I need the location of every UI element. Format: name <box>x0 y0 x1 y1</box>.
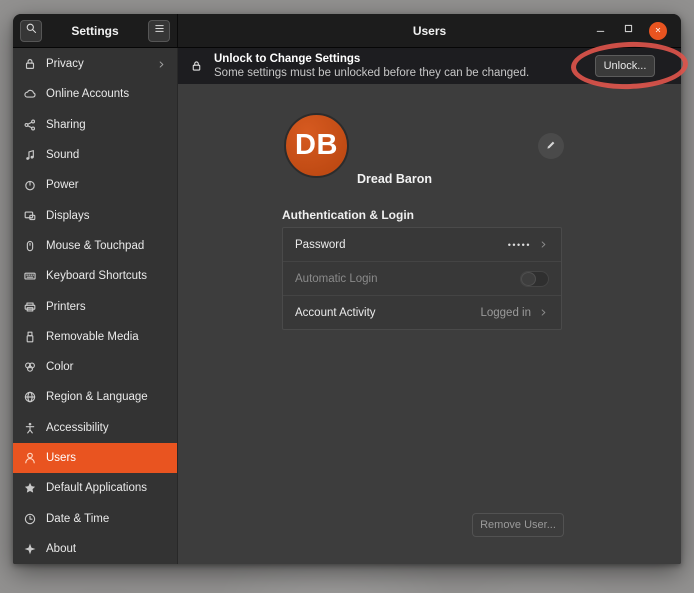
sidebar-headerbar: Settings <box>13 14 178 47</box>
chevron-right-icon <box>156 59 167 70</box>
sidebar-item-printers[interactable]: Printers <box>13 291 177 321</box>
unlock-button[interactable]: Unlock... <box>595 55 655 77</box>
unlock-banner-subtitle: Some settings must be unlocked before th… <box>214 66 529 80</box>
printer-icon <box>23 300 37 314</box>
sidebar-item-displays[interactable]: Displays <box>13 200 177 230</box>
sidebar-item-default-applications[interactable]: Default Applications <box>13 473 177 503</box>
sidebar-item-label: Sound <box>46 149 79 161</box>
account-activity-label: Account Activity <box>295 307 376 319</box>
sidebar-item-accessibility[interactable]: Accessibility <box>13 413 177 443</box>
titlebar: Settings Users <box>13 14 681 48</box>
menu-icon <box>153 22 166 40</box>
mouse-icon <box>23 239 37 253</box>
sidebar-item-users[interactable]: Users <box>13 443 177 473</box>
users-panel: Unlock to Change Settings Some settings … <box>178 48 681 564</box>
globe-icon <box>23 390 37 404</box>
sidebar-item-label: Accessibility <box>46 422 109 434</box>
automatic-login-label: Automatic Login <box>295 273 377 285</box>
sidebar-item-label: Color <box>46 361 73 373</box>
chevron-right-icon <box>538 239 549 250</box>
maximize-button[interactable] <box>619 22 637 40</box>
sidebar-item-label: Sharing <box>46 119 86 131</box>
window-body: Privacy Online Accounts Sharing Sound Power D… <box>13 48 681 564</box>
sidebar-item-label: Users <box>46 452 76 464</box>
cloud-icon <box>23 87 37 101</box>
avatar[interactable]: DB <box>284 113 349 178</box>
minimize-button[interactable] <box>591 22 609 40</box>
user-full-name: Dread Baron <box>357 172 432 186</box>
minimize-icon <box>594 22 607 40</box>
automatic-login-row: Automatic Login <box>283 261 561 295</box>
menu-button[interactable] <box>148 20 170 42</box>
pencil-icon <box>545 139 557 154</box>
share-icon <box>23 118 37 132</box>
person-icon <box>23 451 37 465</box>
sidebar-item-mouse-touchpad[interactable]: Mouse & Touchpad <box>13 231 177 261</box>
sidebar-item-online-accounts[interactable]: Online Accounts <box>13 79 177 109</box>
sidebar-item-keyboard-shortcuts[interactable]: Keyboard Shortcuts <box>13 261 177 291</box>
maximize-icon <box>622 22 635 40</box>
password-dots: ••••• <box>508 240 531 250</box>
displays-icon <box>23 209 37 223</box>
sidebar-item-label: Region & Language <box>46 391 148 403</box>
sidebar-item-label: Power <box>46 179 79 191</box>
sidebar-item-label: Removable Media <box>46 331 139 343</box>
close-button[interactable] <box>649 22 667 40</box>
app-title: Settings <box>71 24 118 38</box>
unlock-banner-title: Unlock to Change Settings <box>214 52 529 66</box>
settings-window: Settings Users Privacy Online Accounts Sha… <box>13 14 681 564</box>
removable-media-icon <box>23 330 37 344</box>
star-icon <box>23 481 37 495</box>
note-icon <box>23 148 37 162</box>
power-icon <box>23 178 37 192</box>
starburst-icon <box>23 542 37 556</box>
sidebar-item-label: Printers <box>46 301 86 313</box>
sidebar-item-sound[interactable]: Sound <box>13 140 177 170</box>
main-headerbar: Users <box>178 14 681 47</box>
auth-card: Password ••••• Automatic Login Account A… <box>282 227 562 330</box>
edit-name-button[interactable] <box>538 133 564 159</box>
sidebar-item-region-language[interactable]: Region & Language <box>13 382 177 412</box>
account-activity-row[interactable]: Account Activity Logged in <box>283 295 561 329</box>
auth-section-title: Authentication & Login <box>282 208 414 222</box>
automatic-login-toggle[interactable] <box>520 271 549 287</box>
sidebar-item-label: Mouse & Touchpad <box>46 240 144 252</box>
accessibility-icon <box>23 421 37 435</box>
lock-icon <box>23 57 37 71</box>
unlock-banner-text: Unlock to Change Settings Some settings … <box>214 52 529 81</box>
remove-user-button[interactable]: Remove User... <box>472 513 564 537</box>
search-icon <box>25 22 38 40</box>
sidebar-item-privacy[interactable]: Privacy <box>13 49 177 79</box>
sidebar-item-label: Privacy <box>46 58 84 70</box>
search-button[interactable] <box>20 20 42 42</box>
avatar-initials: DB <box>295 129 338 162</box>
page-title: Users <box>413 24 446 38</box>
sidebar-item-label: Keyboard Shortcuts <box>46 270 147 282</box>
sidebar-item-label: About <box>46 543 76 555</box>
sidebar-item-sharing[interactable]: Sharing <box>13 110 177 140</box>
sidebar-item-label: Online Accounts <box>46 88 129 100</box>
keyboard-icon <box>23 269 37 283</box>
toggle-knob <box>521 272 536 286</box>
sidebar-item-label: Displays <box>46 210 89 222</box>
password-label: Password <box>295 239 346 251</box>
chevron-right-icon <box>538 307 549 318</box>
sidebar-item-label: Date & Time <box>46 513 109 525</box>
sidebar-item-color[interactable]: Color <box>13 352 177 382</box>
password-row[interactable]: Password ••••• <box>283 228 561 261</box>
sidebar-item-date-time[interactable]: Date & Time <box>13 503 177 533</box>
sidebar-item-removable-media[interactable]: Removable Media <box>13 322 177 352</box>
account-activity-value: Logged in <box>480 307 531 319</box>
lock-icon <box>190 59 204 73</box>
clock-icon <box>23 512 37 526</box>
sidebar-list: Privacy Online Accounts Sharing Sound Power D… <box>13 48 178 564</box>
close-icon <box>653 22 663 40</box>
sidebar-item-about[interactable]: About <box>13 534 177 564</box>
color-icon <box>23 360 37 374</box>
sidebar-item-power[interactable]: Power <box>13 170 177 200</box>
unlock-banner: Unlock to Change Settings Some settings … <box>178 48 681 84</box>
sidebar-item-label: Default Applications <box>46 482 147 494</box>
